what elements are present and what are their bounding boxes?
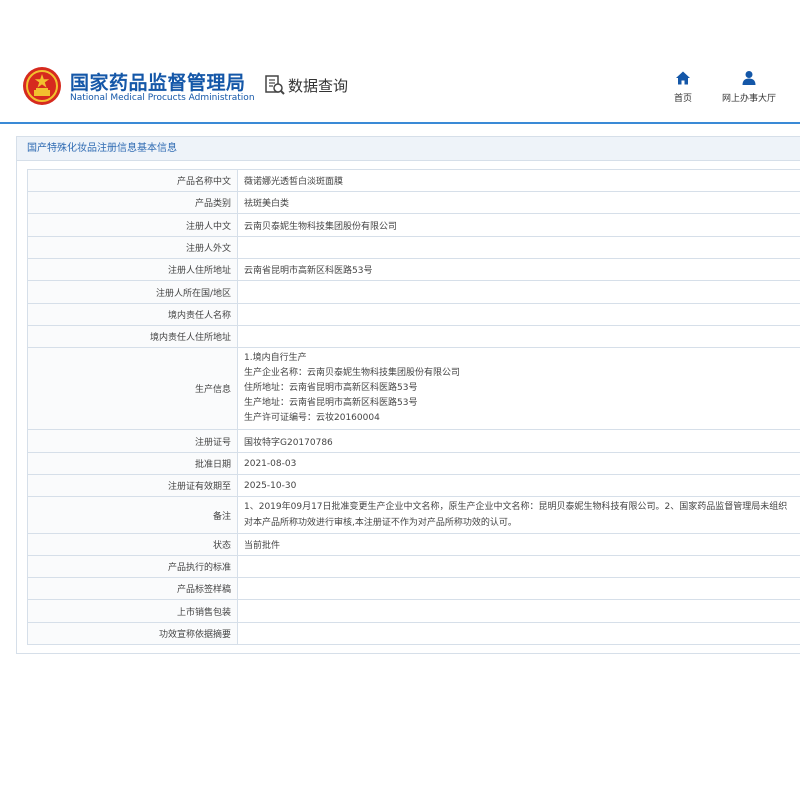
table-row: 产品标签样稿 (27, 577, 800, 600)
field-label: 境内责任人住所地址 (27, 325, 238, 348)
field-value (237, 599, 800, 623)
national-emblem-icon (23, 67, 61, 105)
field-label: 上市销售包装 (27, 599, 238, 623)
table-row: 注册证有效期至 2025-10-30 (27, 474, 800, 497)
nav-home-label: 首页 (673, 94, 692, 104)
table-row: 状态 当前批件 (27, 533, 800, 556)
table-row: 产品执行的标准 (27, 555, 800, 578)
field-label: 注册人中文 (27, 213, 238, 237)
registration-info-table: 产品名称中文 薇诺娜光透皙白淡斑面膜 产品类别 祛斑美白类 注册人中文 云南贝泰… (27, 169, 800, 645)
table-row: 境内责任人名称 (27, 303, 800, 326)
org-name-cn: 国家药品监督管理局 (70, 72, 246, 94)
user-icon (742, 71, 756, 85)
data-query-label: 数据查询 (288, 76, 349, 95)
field-label: 注册人所在国/地区 (27, 280, 238, 304)
org-name-en: National Medical Procucts Administration (70, 93, 255, 103)
field-label: 功效宣称依据摘要 (27, 622, 238, 645)
field-label: 备注 (27, 496, 238, 534)
production-info-value: 1.境内自行生产 生产企业名称：云南贝泰妮生物科技集团股份有限公司 住所地址：云… (237, 347, 800, 430)
table-row: 境内责任人住所地址 (27, 325, 800, 348)
document-search-icon (265, 75, 285, 95)
field-label: 注册人住所地址 (27, 258, 238, 281)
field-value: 薇诺娜光透皙白淡斑面膜 (237, 169, 800, 192)
field-value (237, 622, 800, 645)
production-info-line: 1.境内自行生产 (244, 353, 307, 363)
table-row: 批准日期 2021-08-03 (27, 452, 800, 475)
field-value (237, 555, 800, 578)
field-value (237, 577, 800, 600)
field-label: 产品名称中文 (27, 169, 238, 192)
field-value: 云南贝泰妮生物科技集团股份有限公司 (237, 213, 800, 237)
field-label: 状态 (27, 533, 238, 556)
field-label: 境内责任人名称 (27, 303, 238, 326)
production-info-line: 生产许可证编号：云妆20160004 (244, 413, 380, 423)
field-value: 2021-08-03 (237, 452, 800, 475)
production-info-line: 生产地址：云南省昆明市高新区科医路53号 (244, 398, 418, 408)
home-icon (676, 71, 690, 85)
table-row: 注册人外文 (27, 236, 800, 259)
table-row: 注册证号 国妆特字G20170786 (27, 429, 800, 453)
field-value (237, 280, 800, 304)
registration-info-panel: 国产特殊化妆品注册信息基本信息 产品名称中文 薇诺娜光透皙白淡斑面膜 产品类别 … (16, 136, 800, 654)
field-label: 产品执行的标准 (27, 555, 238, 578)
field-label: 注册证有效期至 (27, 474, 238, 497)
field-value (237, 325, 800, 348)
table-row: 上市销售包装 (27, 599, 800, 623)
production-info-line: 住所地址：云南省昆明市高新区科医路53号 (244, 383, 418, 393)
data-query-link[interactable]: 数据查询 (264, 74, 348, 96)
site-header: 国家药品监督管理局 National Medical Procucts Admi… (0, 0, 800, 122)
nav-online-service-hall-label: 网上办事大厅 (721, 94, 776, 104)
field-value: 当前批件 (237, 533, 800, 556)
table-row: 注册人住所地址 云南省昆明市高新区科医路53号 (27, 258, 800, 281)
field-label: 生产信息 (27, 347, 238, 430)
field-label: 注册证号 (27, 429, 238, 453)
table-row: 备注 1、2019年09月17日批准变更生产企业中文名称，原生产企业中文名称：昆… (27, 496, 800, 534)
table-row: 注册人中文 云南贝泰妮生物科技集团股份有限公司 (27, 213, 800, 237)
nav-home[interactable]: 首页 (670, 70, 696, 104)
field-value (237, 303, 800, 326)
field-value (237, 236, 800, 259)
table-row: 注册人所在国/地区 (27, 280, 800, 304)
header-divider (0, 122, 800, 124)
field-label: 注册人外文 (27, 236, 238, 259)
field-label: 产品标签样稿 (27, 577, 238, 600)
field-label: 产品类别 (27, 191, 238, 214)
remark-value: 1、2019年09月17日批准变更生产企业中文名称，原生产企业中文名称：昆明贝泰… (237, 496, 800, 534)
field-value: 云南省昆明市高新区科医路53号 (237, 258, 800, 281)
table-row: 生产信息 1.境内自行生产 生产企业名称：云南贝泰妮生物科技集团股份有限公司 住… (27, 347, 800, 430)
field-label: 批准日期 (27, 452, 238, 475)
table-row: 功效宣称依据摘要 (27, 622, 800, 645)
field-value: 祛斑美白类 (237, 191, 800, 214)
production-info-line: 生产企业名称：云南贝泰妮生物科技集团股份有限公司 (244, 368, 461, 378)
table-row: 产品名称中文 薇诺娜光透皙白淡斑面膜 (27, 169, 800, 192)
field-value: 国妆特字G20170786 (237, 429, 800, 453)
table-row: 产品类别 祛斑美白类 (27, 191, 800, 214)
panel-title: 国产特殊化妆品注册信息基本信息 (17, 137, 800, 161)
nav-online-service-hall[interactable]: 网上办事大厅 (718, 70, 780, 104)
field-value: 2025-10-30 (237, 474, 800, 497)
